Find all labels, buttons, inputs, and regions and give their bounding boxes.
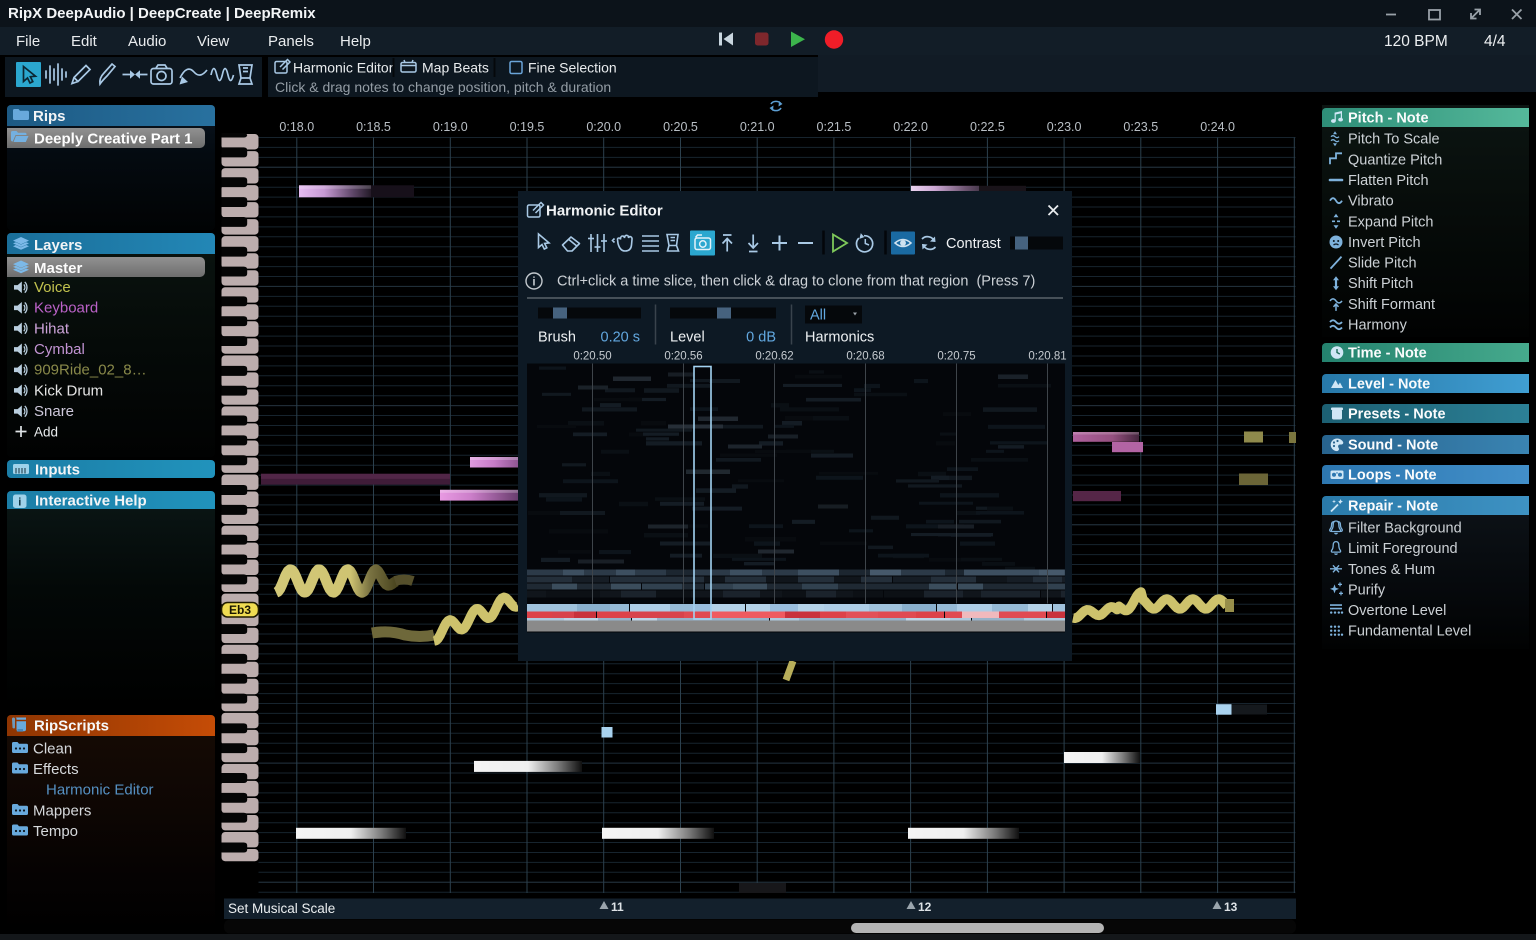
svg-text:Shift Formant: Shift Formant [1348,297,1435,313]
svg-text:11: 11 [611,900,624,914]
svg-text:0:20.75: 0:20.75 [937,350,975,362]
svg-text:i: i [18,497,21,509]
svg-text:Overtone Level: Overtone Level [1348,603,1446,619]
svg-text:Eb3: Eb3 [229,603,251,617]
svg-text:Harmonics: Harmonics [805,329,874,345]
svg-text:Mappers: Mappers [33,803,91,820]
svg-text:Slide Pitch: Slide Pitch [1348,256,1417,272]
svg-text:Harmonic Editor: Harmonic Editor [46,782,154,799]
svg-text:Rips: Rips [33,108,66,125]
svg-text:12: 12 [918,900,932,914]
svg-text:Map Beats: Map Beats [422,60,489,76]
svg-text:Deeply Creative Part 1: Deeply Creative Part 1 [34,131,192,148]
svg-text:0:19.5: 0:19.5 [510,120,545,134]
svg-text:120 BPM: 120 BPM [1384,33,1448,50]
svg-text:Pitch To Scale: Pitch To Scale [1348,132,1440,148]
svg-text:Fine Selection: Fine Selection [528,60,617,76]
svg-text:Fundamental Level: Fundamental Level [1348,624,1471,640]
svg-text:0:18.0: 0:18.0 [279,120,314,134]
svg-text:Ctrl+click a time slice, then: Ctrl+click a time slice, then click & dr… [557,273,1035,289]
svg-text:Set Musical Scale: Set Musical Scale [228,901,335,916]
svg-text:0:23.0: 0:23.0 [1047,120,1082,134]
svg-text:Invert Pitch: Invert Pitch [1348,235,1421,251]
svg-text:Voice: Voice [34,279,71,296]
svg-text:Brush: Brush [538,329,576,345]
svg-text:0:20.5: 0:20.5 [663,120,698,134]
svg-text:i: i [532,276,535,288]
svg-text:Snare: Snare [34,403,74,420]
svg-text:Level: Level [670,329,705,345]
svg-text:Clean: Clean [33,741,72,758]
svg-text:All: All [810,307,826,323]
svg-text:Effects: Effects [33,761,79,778]
svg-text:Harmony: Harmony [1348,318,1408,334]
svg-text:4/4: 4/4 [1484,33,1506,50]
svg-text:0:19.0: 0:19.0 [433,120,468,134]
svg-text:Layers: Layers [34,237,82,254]
svg-text:Vibrato: Vibrato [1348,194,1394,210]
svg-text:0:20.50: 0:20.50 [573,350,611,362]
svg-text:Contrast: Contrast [946,236,1001,252]
svg-text:Tempo: Tempo [33,823,78,840]
svg-text:0:21.5: 0:21.5 [817,120,852,134]
svg-text:Expand Pitch: Expand Pitch [1348,214,1433,230]
svg-text:Inputs: Inputs [35,462,80,479]
svg-text:0:20.0: 0:20.0 [586,120,621,134]
svg-text:Add: Add [34,425,58,440]
svg-text:Tones & Hum: Tones & Hum [1348,562,1435,578]
svg-text:Master: Master [34,260,83,277]
svg-text:0:22.5: 0:22.5 [970,120,1005,134]
svg-text:Purify: Purify [1348,582,1386,598]
svg-text:0:20.81: 0:20.81 [1028,350,1066,362]
svg-text:0.20 s: 0.20 s [601,329,641,345]
svg-text:Quantize Pitch: Quantize Pitch [1348,152,1442,168]
svg-text:0:20.62: 0:20.62 [755,350,793,362]
svg-text:0:22.0: 0:22.0 [893,120,928,134]
svg-text:909Ride_02_8…: 909Ride_02_8… [34,362,147,379]
svg-text:0:23.5: 0:23.5 [1123,120,1158,134]
svg-text:0:21.0: 0:21.0 [740,120,775,134]
svg-text:Kick Drum: Kick Drum [34,383,103,400]
svg-text:0 dB: 0 dB [746,329,776,345]
svg-text:Click & drag notes to change p: Click & drag notes to change position, p… [275,79,611,95]
svg-text:Limit Foreground: Limit Foreground [1348,541,1458,557]
svg-text:Interactive Help: Interactive Help [35,493,147,510]
svg-text:Keyboard: Keyboard [34,300,98,317]
svg-text:RipScripts: RipScripts [34,718,109,735]
svg-text:Harmonic Editor: Harmonic Editor [293,60,394,76]
svg-text:Shift Pitch: Shift Pitch [1348,276,1413,292]
svg-text:Harmonic Editor: Harmonic Editor [546,202,663,219]
svg-text:Flatten Pitch: Flatten Pitch [1348,173,1429,189]
svg-text:Hihat: Hihat [34,321,70,338]
svg-text:0:18.5: 0:18.5 [356,120,391,134]
svg-text:Filter Background: Filter Background [1348,521,1462,537]
svg-text:0:20.56: 0:20.56 [664,350,702,362]
svg-text:Cymbal: Cymbal [34,341,85,358]
svg-text:0:24.0: 0:24.0 [1200,120,1235,134]
svg-text:0:20.68: 0:20.68 [846,350,884,362]
svg-text:13: 13 [1224,900,1238,914]
